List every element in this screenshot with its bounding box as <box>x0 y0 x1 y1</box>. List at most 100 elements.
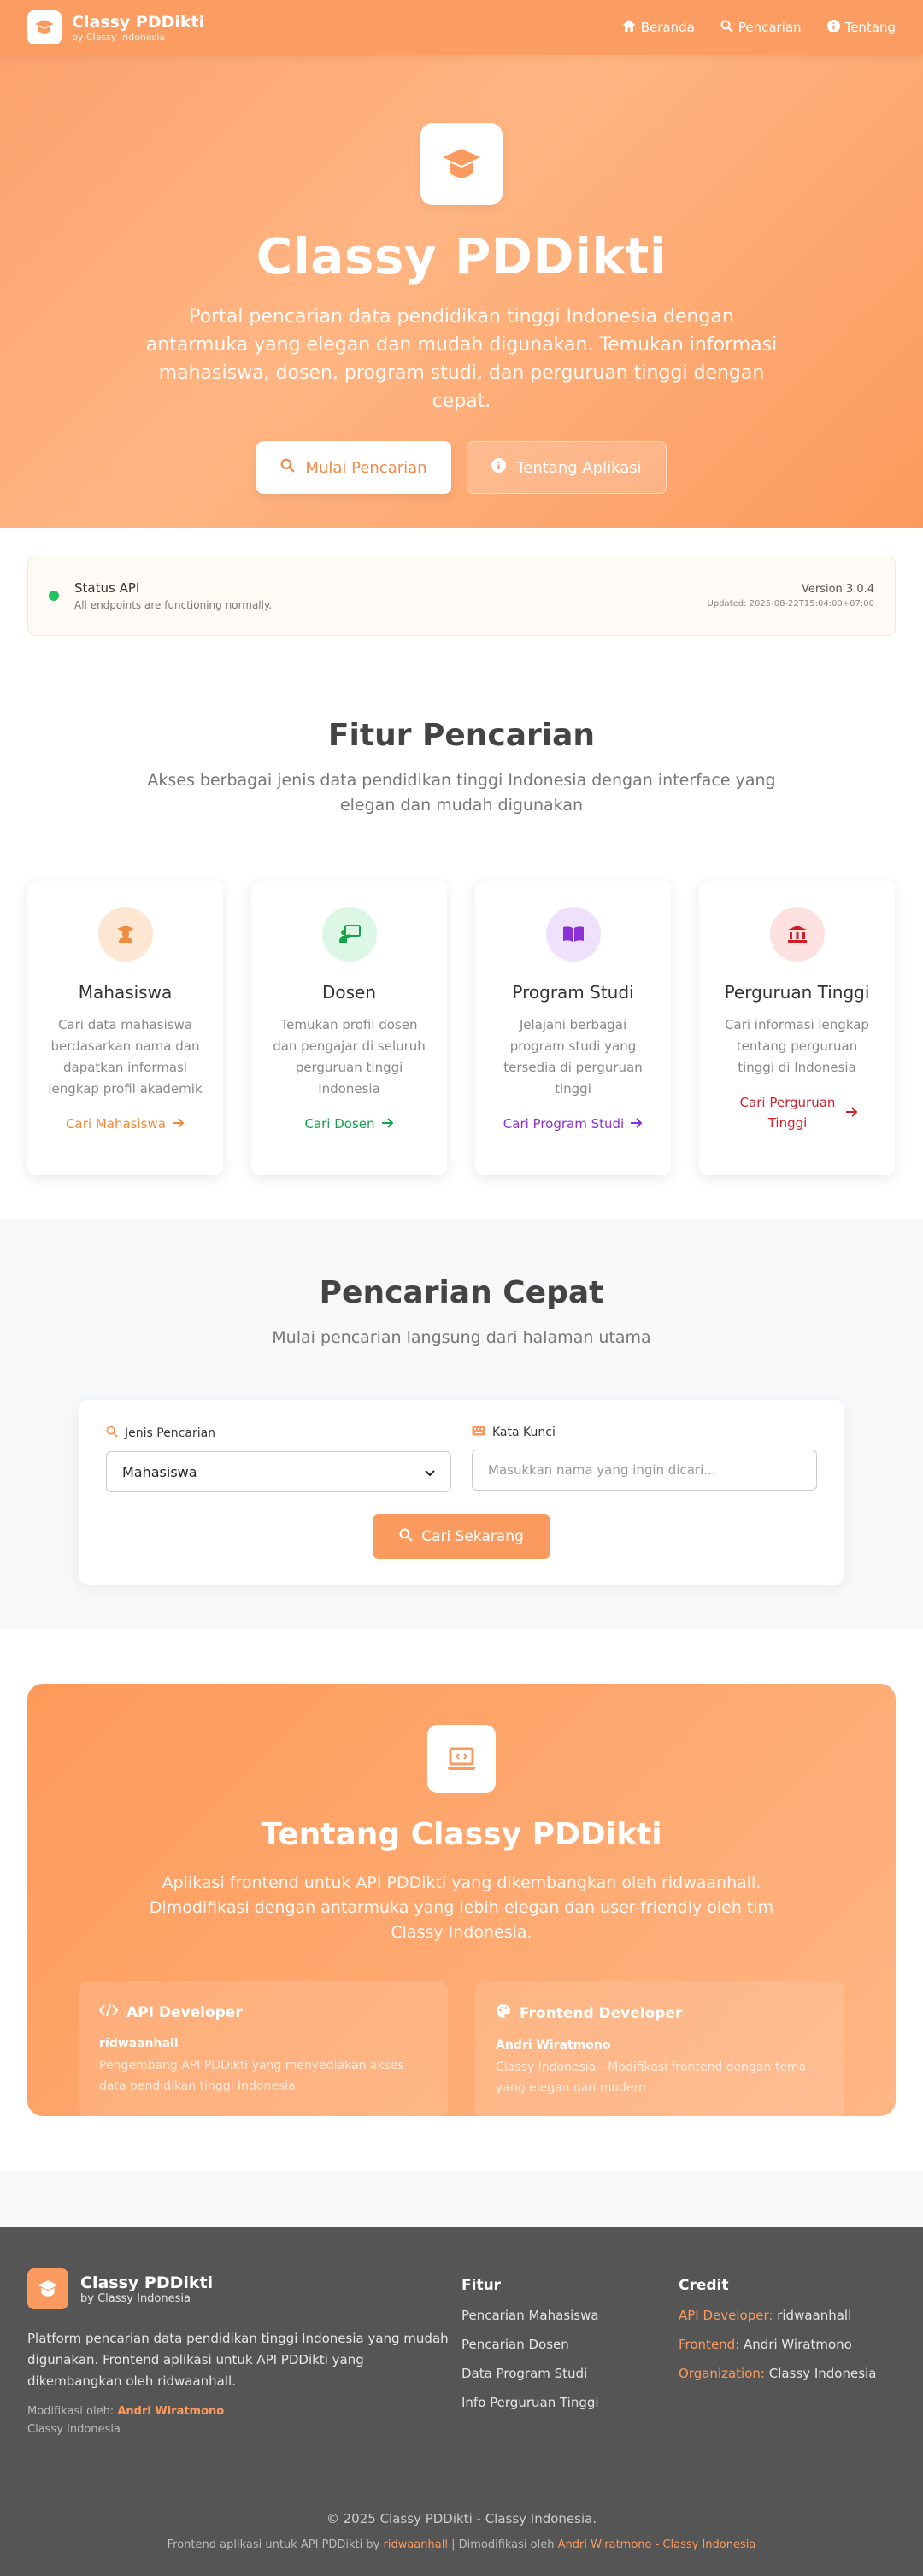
credit-organization: Organization: Classy Indonesia <box>679 2366 896 2381</box>
modified-by-org: Classy Indonesia <box>27 2423 121 2436</box>
arrow-right-icon <box>381 1114 394 1134</box>
modified-by-name[interactable]: Andri Wiratmono <box>117 2405 224 2418</box>
api-developer-title: API Developer <box>126 2003 243 2021</box>
attribution-api-link[interactable]: ridwaanhall <box>383 2538 447 2551</box>
api-status-panel: Status API All endpoints are functioning… <box>27 556 896 636</box>
about-section: Tentang Classy PDDikti Aplikasi frontend… <box>0 1629 923 2171</box>
frontend-developer-title: Frontend Developer <box>520 2004 683 2022</box>
search-lecturers-link[interactable]: Cari Dosen <box>270 1114 428 1134</box>
card-link-label: Cari Perguruan Tinggi <box>739 1095 836 1131</box>
brand[interactable]: Classy PDDikti by Classy Indonesia <box>27 10 204 44</box>
quick-search-form: Jenis Pencarian Mahasiswa Kata Kunci Mas… <box>79 1400 844 1585</box>
search-icon <box>280 458 296 477</box>
about-title: Tentang Classy PDDikti <box>261 1817 662 1852</box>
laptop-code-icon <box>427 1725 496 1793</box>
footer-link-universities[interactable]: Info Perguruan Tinggi <box>462 2395 679 2410</box>
search-study-programs-link[interactable]: Cari Program Studi <box>494 1114 652 1134</box>
feature-card-program-studi[interactable]: Program Studi Jelajahi berbagai program … <box>475 881 671 1175</box>
frontend-developer-card: Frontend Developer Andri Wiratmono Class… <box>475 1981 844 2118</box>
about-app-button[interactable]: Tentang Aplikasi <box>467 441 667 494</box>
footer-link-student-search[interactable]: Pencarian Mahasiswa <box>462 2308 679 2323</box>
nav-link-tentang[interactable]: Tentang <box>826 19 896 36</box>
quick-search-section: Pencarian Cepat Mulai pencarian langsung… <box>0 1219 923 1629</box>
nav-link-pencarian[interactable]: Pencarian <box>720 20 802 36</box>
keyword-label: Kata Kunci <box>472 1426 817 1439</box>
feature-card-perguruan-tinggi[interactable]: Perguruan Tinggi Cari informasi lengkap … <box>699 881 895 1175</box>
brand-title: Classy PDDikti <box>72 12 205 32</box>
card-description: Cari informasi lengkap tentang perguruan… <box>725 1017 869 1075</box>
card-description: Temukan profil dosen dan pengajar di sel… <box>273 1017 426 1097</box>
footer-modified-by: Modifikasi oleh: Andri Wiratmono Classy … <box>27 2403 462 2438</box>
nav-link-label: Pencarian <box>738 20 802 35</box>
search-type-select[interactable]: Mahasiswa <box>106 1451 451 1492</box>
graduation-cap-icon <box>420 123 503 205</box>
book-icon <box>545 907 601 962</box>
footer-link-lecturer-search[interactable]: Pencarian Dosen <box>462 2337 679 2352</box>
info-icon <box>491 458 507 477</box>
status-message: All endpoints are functioning normally. <box>74 599 273 611</box>
section-spacer <box>0 2171 923 2227</box>
credit-frontend-value: Andri Wiratmono <box>744 2337 852 2352</box>
api-developer-card: API Developer ridwaanhall Pengembang API… <box>79 1981 448 2118</box>
feature-card-dosen[interactable]: Dosen Temukan profil dosen dan pengajar … <box>251 881 447 1175</box>
api-developer-description: Pengembang API PDDikti yang menyediakan … <box>99 2059 404 2093</box>
hero-description: Portal pencarian data pendidikan tinggi … <box>145 306 778 412</box>
card-description: Jelajahi berbagai program studi yang ter… <box>503 1017 643 1097</box>
search-now-button[interactable]: Cari Sekarang <box>373 1514 550 1559</box>
search-now-label: Cari Sekarang <box>421 1528 524 1545</box>
search-type-label-text: Jenis Pencarian <box>125 1426 216 1440</box>
start-search-label: Mulai Pencarian <box>305 458 427 477</box>
search-icon <box>106 1426 118 1441</box>
card-link-label: Cari Program Studi <box>503 1116 625 1132</box>
footer-copyright: © 2025 Classy PDDikti - Classy Indonesia… <box>326 2511 597 2526</box>
brand-subtitle: by Classy Indonesia <box>72 31 166 43</box>
footer-attribution: Frontend aplikasi untuk API PDDikti by r… <box>27 2538 896 2551</box>
card-title: Program Studi <box>512 982 634 1003</box>
graduation-cap-icon <box>27 2268 68 2309</box>
search-icon <box>399 1528 413 1546</box>
search-universities-link[interactable]: Cari Perguruan Tinggi <box>718 1092 876 1133</box>
keyboard-icon <box>472 1426 485 1439</box>
footer-credit-heading: Credit <box>679 2277 729 2294</box>
about-description: Aplikasi frontend untuk API PDDikti yang… <box>149 1873 774 1942</box>
search-type-label: Jenis Pencarian <box>106 1426 451 1441</box>
search-students-link[interactable]: Cari Mahasiswa <box>46 1114 204 1134</box>
features-description: Akses berbagai jenis data pendidikan tin… <box>147 771 776 815</box>
frontend-developer-name: Andri Wiratmono <box>496 2038 611 2052</box>
footer-brand-subtitle: by Classy Indonesia <box>80 2291 191 2305</box>
credit-api-value: ridwaanhall <box>777 2308 852 2323</box>
features-section: Fitur Pencarian Akses berbagai jenis dat… <box>0 636 923 1219</box>
nav-link-beranda[interactable]: Beranda <box>621 20 695 36</box>
search-icon <box>720 20 733 36</box>
footer-brand-title: Classy PDDikti <box>80 2273 214 2292</box>
info-icon <box>826 19 840 36</box>
nav-link-label: Tentang <box>844 20 896 35</box>
api-developer-name: ridwaanhall <box>99 2037 179 2050</box>
footer-link-study-programs[interactable]: Data Program Studi <box>462 2366 679 2381</box>
feature-card-mahasiswa[interactable]: Mahasiswa Cari data mahasiswa berdasarka… <box>27 881 223 1175</box>
footer-description: Platform pencarian data pendidikan tingg… <box>27 2331 449 2389</box>
teacher-icon <box>321 907 377 962</box>
status-updated: Updated: 2025-08-22T15:04:00+07:00 <box>707 599 874 609</box>
modified-by-label: Modifikasi oleh: <box>27 2405 115 2418</box>
keyword-input[interactable]: Masukkan nama yang ingin dicari... <box>472 1450 817 1491</box>
code-icon <box>98 2003 119 2021</box>
university-icon <box>769 907 825 962</box>
card-title: Dosen <box>321 982 377 1003</box>
card-link-label: Cari Dosen <box>304 1116 375 1132</box>
features-title: Fitur Pencarian <box>327 718 596 753</box>
hero-section: Classy PDDikti Portal pencarian data pen… <box>0 0 923 528</box>
about-panel: Tentang Classy PDDikti Aplikasi frontend… <box>27 1684 896 2118</box>
start-search-button[interactable]: Mulai Pencarian <box>256 441 451 494</box>
student-icon <box>97 907 153 962</box>
search-type-value: Mahasiswa <box>122 1463 197 1480</box>
chevron-down-icon <box>425 1464 435 1480</box>
arrow-right-icon <box>631 1114 643 1134</box>
card-description: Cari data mahasiswa berdasarkan nama dan… <box>48 1017 203 1097</box>
card-title: Perguruan Tinggi <box>724 982 870 1003</box>
arrow-right-icon <box>172 1114 185 1134</box>
about-app-label: Tentang Aplikasi <box>516 458 642 477</box>
attribution-frontend-link[interactable]: Andri Wiratmono - Classy Indonesia <box>558 2538 756 2551</box>
footer: Classy PDDikti by Classy Indonesia Platf… <box>0 2227 923 2576</box>
home-icon <box>621 20 636 35</box>
